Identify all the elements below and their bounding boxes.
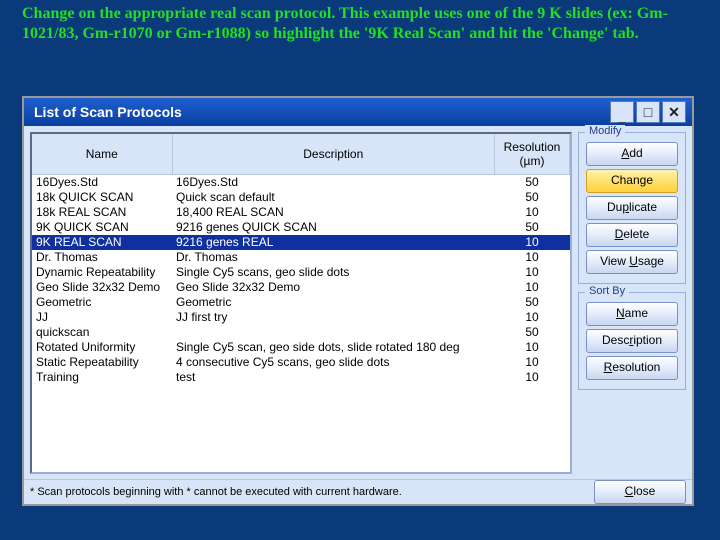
modify-group: Modify Add Change Duplicate Delete View … <box>578 132 686 284</box>
cell-description: Single Cy5 scan, geo side dots, slide ro… <box>172 340 495 355</box>
cell-resolution: 10 <box>495 370 570 385</box>
table-row[interactable]: Rotated UniformitySingle Cy5 scan, geo s… <box>32 340 570 355</box>
table-row[interactable]: 16Dyes.Std16Dyes.Std50 <box>32 175 570 191</box>
cell-name: Training <box>32 370 172 385</box>
instruction-text: Change on the appropriate real scan prot… <box>0 0 720 50</box>
client-area: Name Description Resolution (µm) 16Dyes.… <box>24 126 692 480</box>
cell-name: Geometric <box>32 295 172 310</box>
footer-note: * Scan protocols beginning with * cannot… <box>30 486 594 498</box>
maximize-icon: □ <box>644 105 652 119</box>
col-header-resolution[interactable]: Resolution (µm) <box>495 134 570 175</box>
table-row[interactable]: quickscan 50 <box>32 325 570 340</box>
cell-description: JJ first try <box>172 310 495 325</box>
cell-description: 9216 genes REAL <box>172 235 495 250</box>
protocol-table: Name Description Resolution (µm) 16Dyes.… <box>32 134 570 385</box>
cell-name: 18k QUICK SCAN <box>32 190 172 205</box>
minimize-icon: _ <box>618 109 626 123</box>
cell-description <box>172 325 495 340</box>
close-button[interactable]: Close <box>594 480 686 504</box>
table-row[interactable]: GeometricGeometric50 <box>32 295 570 310</box>
cell-resolution: 50 <box>495 190 570 205</box>
table-row[interactable]: Geo Slide 32x32 DemoGeo Slide 32x32 Demo… <box>32 280 570 295</box>
protocol-list[interactable]: Name Description Resolution (µm) 16Dyes.… <box>30 132 572 474</box>
maximize-button[interactable]: □ <box>636 101 660 123</box>
cell-description: 9216 genes QUICK SCAN <box>172 220 495 235</box>
scan-protocols-window: List of Scan Protocols _ □ ✕ Name Descri… <box>22 96 694 506</box>
cell-description: 4 consecutive Cy5 scans, geo slide dots <box>172 355 495 370</box>
close-icon: ✕ <box>668 105 680 119</box>
sort-by-title: Sort By <box>585 285 629 297</box>
cell-resolution: 10 <box>495 250 570 265</box>
table-header-row: Name Description Resolution (µm) <box>32 134 570 175</box>
table-row[interactable]: Trainingtest10 <box>32 370 570 385</box>
cell-name: Dynamic Repeatability <box>32 265 172 280</box>
side-panel: Modify Add Change Duplicate Delete View … <box>578 132 686 474</box>
cell-resolution: 50 <box>495 325 570 340</box>
cell-name: Geo Slide 32x32 Demo <box>32 280 172 295</box>
cell-name: Rotated Uniformity <box>32 340 172 355</box>
cell-resolution: 10 <box>495 310 570 325</box>
cell-description: test <box>172 370 495 385</box>
cell-resolution: 50 <box>495 220 570 235</box>
titlebar: List of Scan Protocols _ □ ✕ <box>24 98 692 126</box>
table-row[interactable]: 9K QUICK SCAN9216 genes QUICK SCAN50 <box>32 220 570 235</box>
cell-resolution: 10 <box>495 340 570 355</box>
table-row[interactable]: 18k QUICK SCANQuick scan default50 <box>32 190 570 205</box>
cell-description: Dr. Thomas <box>172 250 495 265</box>
cell-name: 9K REAL SCAN <box>32 235 172 250</box>
cell-resolution: 10 <box>495 205 570 220</box>
cell-resolution: 10 <box>495 280 570 295</box>
col-header-name[interactable]: Name <box>32 134 172 175</box>
change-button[interactable]: Change <box>586 169 678 193</box>
cell-resolution: 10 <box>495 355 570 370</box>
window-title: List of Scan Protocols <box>34 104 610 120</box>
cell-resolution: 10 <box>495 265 570 280</box>
footer: * Scan protocols beginning with * cannot… <box>24 479 692 504</box>
col-header-description[interactable]: Description <box>172 134 495 175</box>
cell-name: quickscan <box>32 325 172 340</box>
sort-description-button[interactable]: Description <box>586 329 678 353</box>
sort-name-button[interactable]: Name <box>586 302 678 326</box>
table-row[interactable]: Static Repeatability4 consecutive Cy5 sc… <box>32 355 570 370</box>
duplicate-button[interactable]: Duplicate <box>586 196 678 220</box>
cell-name: 16Dyes.Std <box>32 175 172 191</box>
cell-description: 18,400 REAL SCAN <box>172 205 495 220</box>
view-usage-button[interactable]: View Usage <box>586 250 678 274</box>
cell-resolution: 50 <box>495 175 570 191</box>
close-window-button[interactable]: ✕ <box>662 101 686 123</box>
modify-group-title: Modify <box>585 125 625 137</box>
cell-name: Dr. Thomas <box>32 250 172 265</box>
table-row[interactable]: JJJJ first try10 <box>32 310 570 325</box>
cell-name: JJ <box>32 310 172 325</box>
cell-description: Geometric <box>172 295 495 310</box>
table-row[interactable]: 9K REAL SCAN9216 genes REAL10 <box>32 235 570 250</box>
cell-description: Quick scan default <box>172 190 495 205</box>
sort-resolution-button[interactable]: Resolution <box>586 356 678 380</box>
table-row[interactable]: Dr. ThomasDr. Thomas10 <box>32 250 570 265</box>
window-buttons: _ □ ✕ <box>610 101 686 123</box>
add-button[interactable]: Add <box>586 142 678 166</box>
table-row[interactable]: Dynamic RepeatabilitySingle Cy5 scans, g… <box>32 265 570 280</box>
cell-name: Static Repeatability <box>32 355 172 370</box>
sort-by-group: Sort By Name Description Resolution <box>578 292 686 390</box>
cell-name: 18k REAL SCAN <box>32 205 172 220</box>
cell-description: 16Dyes.Std <box>172 175 495 191</box>
cell-resolution: 50 <box>495 295 570 310</box>
cell-description: Geo Slide 32x32 Demo <box>172 280 495 295</box>
cell-resolution: 10 <box>495 235 570 250</box>
delete-button[interactable]: Delete <box>586 223 678 247</box>
cell-name: 9K QUICK SCAN <box>32 220 172 235</box>
protocol-list-wrap: Name Description Resolution (µm) 16Dyes.… <box>30 132 572 474</box>
minimize-button[interactable]: _ <box>610 101 634 123</box>
table-row[interactable]: 18k REAL SCAN18,400 REAL SCAN10 <box>32 205 570 220</box>
cell-description: Single Cy5 scans, geo slide dots <box>172 265 495 280</box>
